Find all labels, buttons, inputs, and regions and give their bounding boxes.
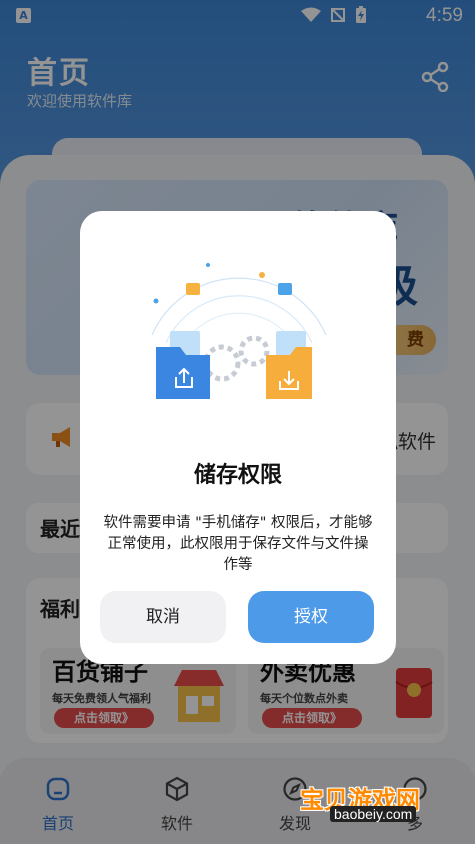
dialog-message: 软件需要申请 "手机储存" 权限后，才能够正常使用，此权限用于保存文件与文件操作… [103,515,373,573]
watermark-url: baobeiy.com [330,806,417,822]
storage-permission-dialog: 储存权限 软件需要申请 "手机储存" 权限后，才能够正常使用，此权限用于保存文件… [80,211,396,664]
dialog-title: 储存权限 [193,463,282,488]
authorize-button[interactable]: 授权 [248,591,374,643]
cancel-button[interactable]: 取消 [100,591,226,643]
storage-folders-illustration [151,263,327,399]
watermark: 宝贝游戏网 baobeiy.com [300,750,450,830]
